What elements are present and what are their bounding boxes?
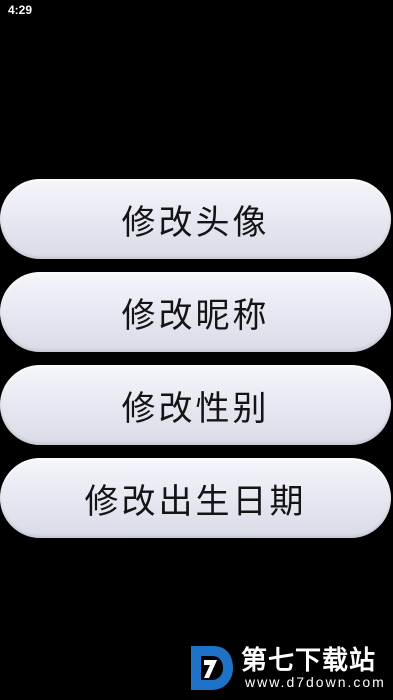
change-nickname-button[interactable]: 修改昵称: [0, 272, 391, 352]
change-birthdate-button[interactable]: 修改出生日期: [0, 458, 391, 538]
change-avatar-button[interactable]: 修改头像: [0, 179, 391, 259]
status-time: 4:29: [8, 3, 33, 17]
watermark-title: 第七下载站: [241, 646, 377, 676]
d7-logo-icon: [191, 646, 233, 690]
change-gender-button[interactable]: 修改性别: [0, 365, 391, 445]
watermark-url: www.d7down.com: [245, 674, 386, 690]
phone-screen: 4:29 修改头像 修改昵称 修改性别 修改出生日期 第七下载站 www.d7d…: [0, 0, 393, 700]
status-bar: 4:29: [0, 0, 393, 18]
site-watermark: 第七下载站 www.d7down.com: [187, 638, 387, 694]
